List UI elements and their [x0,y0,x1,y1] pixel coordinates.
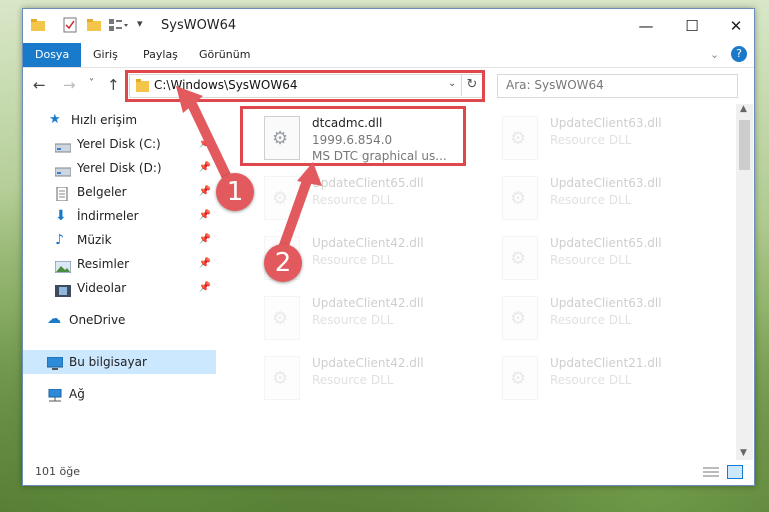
callout-arrows [176,86,322,253]
callout-badge-1: 1 [216,173,254,211]
callout-badge-2: 2 [264,244,302,282]
arrow-2-head-icon [297,162,322,186]
arrow-2-icon [278,173,313,253]
